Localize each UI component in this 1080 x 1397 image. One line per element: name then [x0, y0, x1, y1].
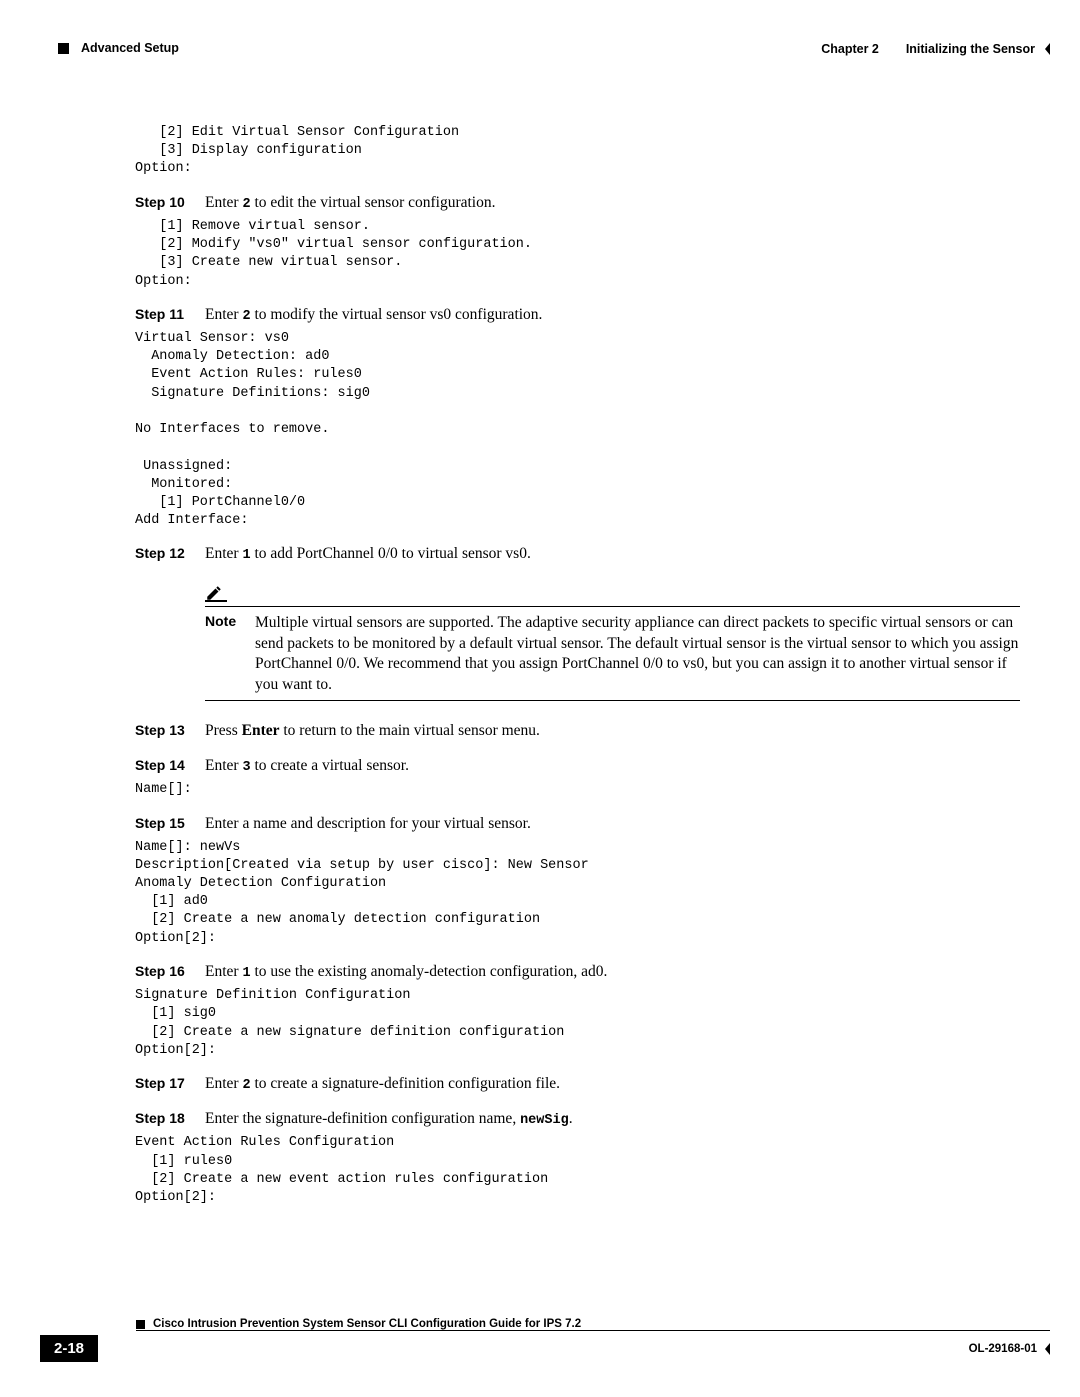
document-page: Advanced Setup Chapter 2 Initializing th…	[0, 0, 1080, 1397]
note-block: Note Multiple virtual sensors are suppor…	[205, 584, 1020, 702]
step-label: Step 18	[135, 1110, 205, 1126]
step-11: Step 11 Enter 2 to modify the virtual se…	[135, 305, 1020, 326]
step-label: Step 11	[135, 306, 205, 322]
step-text: Enter the signature-definition configura…	[205, 1109, 573, 1130]
page-number: 2-18	[40, 1335, 98, 1362]
step-text: Enter 3 to create a virtual sensor.	[205, 756, 409, 777]
step-text: Enter a name and description for your vi…	[205, 814, 531, 835]
step-label: Step 13	[135, 722, 205, 738]
step-label: Step 12	[135, 545, 205, 561]
step-label: Step 17	[135, 1075, 205, 1091]
note-text: Multiple virtual sensors are supported. …	[255, 613, 1020, 697]
step-text: Press Enter to return to the main virtua…	[205, 721, 540, 742]
step-13: Step 13 Press Enter to return to the mai…	[135, 721, 1020, 742]
step-label: Step 16	[135, 963, 205, 979]
step-15-code: Name[]: newVs Description[Created via se…	[135, 839, 1020, 948]
header-right: Chapter 2 Initializing the Sensor	[821, 40, 1050, 56]
step-14: Step 14 Enter 3 to create a virtual sens…	[135, 756, 1020, 777]
step-18-code: Event Action Rules Configuration [1] rul…	[135, 1134, 1020, 1207]
step-text: Enter 2 to edit the virtual sensor confi…	[205, 193, 496, 214]
step-10: Step 10 Enter 2 to edit the virtual sens…	[135, 193, 1020, 214]
step-text: Enter 1 to use the existing anomaly-dete…	[205, 962, 607, 983]
note-label: Note	[205, 613, 255, 697]
step-16-code: Signature Definition Configuration [1] s…	[135, 987, 1020, 1060]
square-icon	[58, 43, 69, 54]
chapter-label: Chapter 2	[821, 42, 879, 56]
step-label: Step 14	[135, 757, 205, 773]
step-label: Step 10	[135, 194, 205, 210]
step-10-code: [1] Remove virtual sensor. [2] Modify "v…	[135, 218, 1020, 291]
page-header: Advanced Setup Chapter 2 Initializing th…	[58, 40, 1050, 56]
pencil-icon	[205, 584, 223, 602]
page-content: [2] Edit Virtual Sensor Configuration [3…	[135, 120, 1020, 1207]
step-text: Enter 2 to create a signature-definition…	[205, 1074, 560, 1095]
step-14-code: Name[]:	[135, 781, 1020, 799]
caret-icon	[1045, 1343, 1050, 1355]
note-rule-top	[205, 606, 1020, 607]
step-12: Step 12 Enter 1 to add PortChannel 0/0 t…	[135, 544, 1020, 565]
step-11-code: Virtual Sensor: vs0 Anomaly Detection: a…	[135, 330, 1020, 530]
step-text: Enter 1 to add PortChannel 0/0 to virtua…	[205, 544, 531, 565]
step-text: Enter 2 to modify the virtual sensor vs0…	[205, 305, 542, 326]
footer-rule	[136, 1330, 1050, 1331]
square-icon	[136, 1320, 145, 1329]
chapter-title: Initializing the Sensor	[906, 42, 1035, 56]
note-rule-bottom	[205, 700, 1020, 701]
doc-id: OL-29168-01	[969, 1343, 1037, 1355]
intro-code: [2] Edit Virtual Sensor Configuration [3…	[135, 124, 1020, 179]
step-label: Step 15	[135, 815, 205, 831]
guide-title: Cisco Intrusion Prevention System Sensor…	[153, 1318, 581, 1330]
page-footer: Cisco Intrusion Prevention System Sensor…	[40, 1318, 1050, 1362]
section-name: Advanced Setup	[81, 41, 179, 55]
header-left: Advanced Setup	[58, 40, 179, 56]
step-17: Step 17 Enter 2 to create a signature-de…	[135, 1074, 1020, 1095]
step-16: Step 16 Enter 1 to use the existing anom…	[135, 962, 1020, 983]
step-18: Step 18 Enter the signature-definition c…	[135, 1109, 1020, 1130]
step-15: Step 15 Enter a name and description for…	[135, 814, 1020, 835]
caret-icon	[1045, 43, 1050, 55]
